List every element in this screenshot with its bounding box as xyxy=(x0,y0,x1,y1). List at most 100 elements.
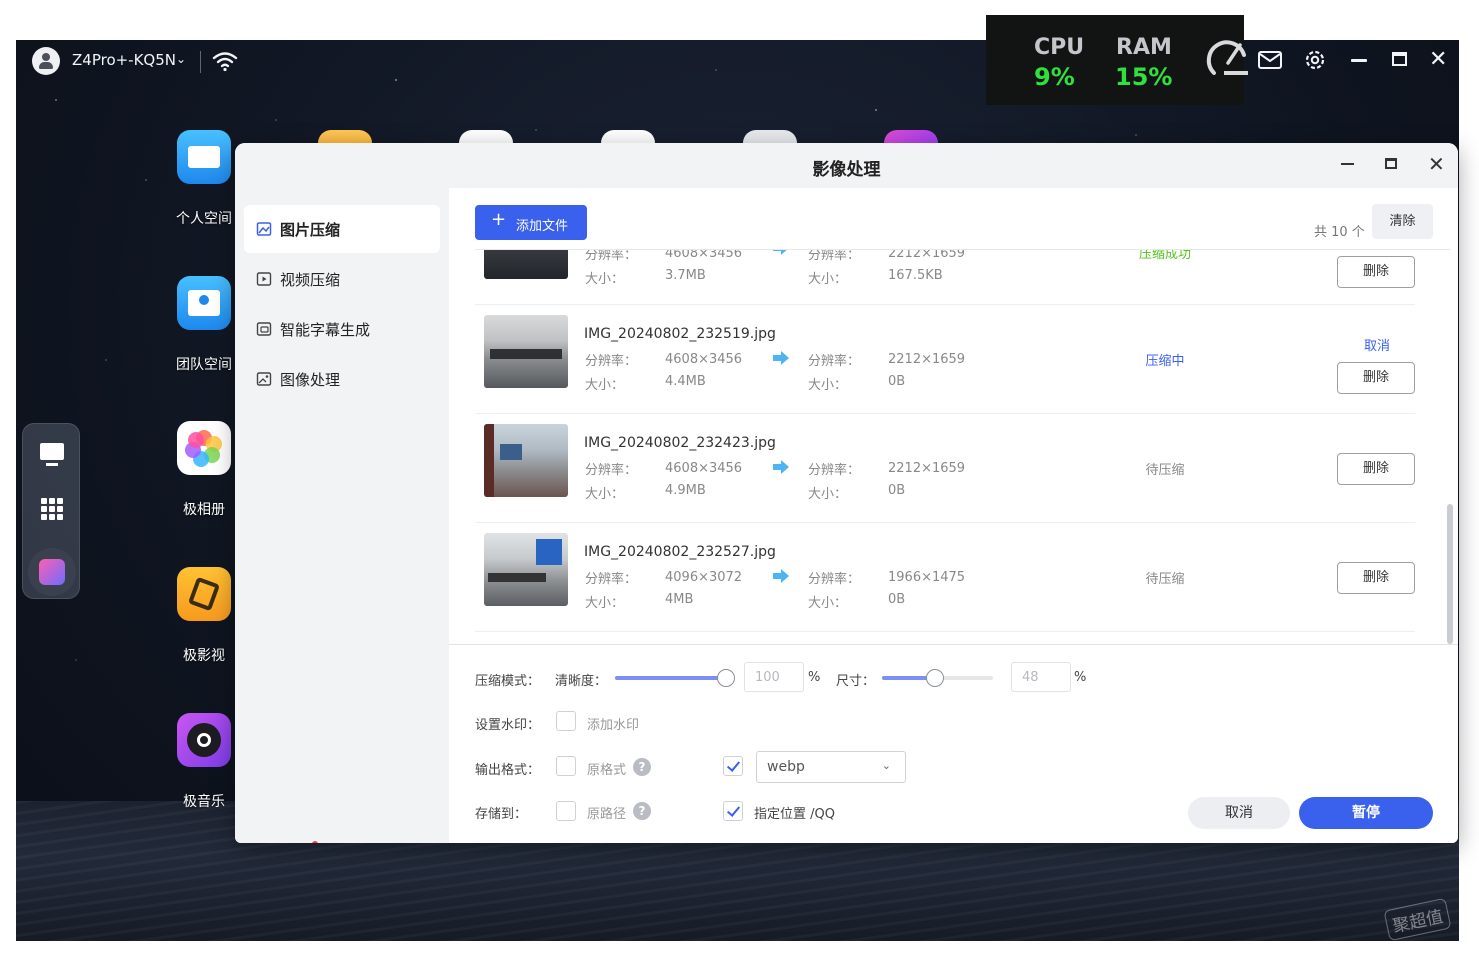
size-input[interactable]: 48 xyxy=(1011,662,1071,692)
ram-label: RAM xyxy=(1116,35,1172,60)
clear-button[interactable]: 清除 xyxy=(1372,204,1433,239)
format-select-value: webp xyxy=(767,759,805,775)
speed-gauge-icon[interactable] xyxy=(1204,33,1252,81)
output-format-label: 输出格式： xyxy=(475,763,541,778)
window-minimize-icon[interactable] xyxy=(1341,163,1354,165)
close-icon[interactable]: ✕ xyxy=(1429,49,1447,71)
dst-resolution: 2212×1659 xyxy=(888,249,966,261)
file-thumbnail xyxy=(484,533,568,606)
folder-icon xyxy=(177,130,231,184)
src-resolution: 4608×3456 xyxy=(665,461,743,476)
help-icon[interactable]: ? xyxy=(633,758,651,776)
original-format-checkbox[interactable] xyxy=(556,756,576,776)
src-size-label: 大小： xyxy=(585,487,625,502)
desktop-app-video[interactable]: 极影视 xyxy=(164,567,244,665)
arrow-right-icon xyxy=(773,250,787,255)
image-processing-window: 影像处理 ✕ 图片压缩 视频压缩 智能字幕生成 图像处理 + 添加文件 共 10… xyxy=(235,143,1458,843)
src-resolution-label: 分辨率： xyxy=(585,463,638,478)
dst-size-label: 大小： xyxy=(808,596,848,611)
dst-resolution: 1966×1475 xyxy=(888,570,966,585)
clarity-slider-handle[interactable] xyxy=(717,669,735,687)
file-row: IMG_20240802_232519.jpg 分辨率： 4608×3456 大… xyxy=(475,305,1415,414)
sidebar-item-label: 视频压缩 xyxy=(280,271,341,289)
delete-button[interactable]: 删除 xyxy=(1337,562,1415,594)
dst-size: 0B xyxy=(888,592,906,607)
clarity-slider-fill xyxy=(615,676,726,680)
desktop-app-photos[interactable]: 极相册 xyxy=(164,421,244,519)
app-grid-icon[interactable] xyxy=(33,490,71,528)
notification-dot xyxy=(312,841,318,843)
file-thumbnail xyxy=(484,315,568,388)
src-size: 4.9MB xyxy=(665,483,706,498)
sidebar-item-image-edit[interactable]: 图像处理 xyxy=(244,355,440,403)
percent-sign: % xyxy=(1074,670,1087,685)
app-label: 个人空间 xyxy=(176,211,232,227)
clarity-slider[interactable] xyxy=(615,676,726,680)
sidebar-item-subtitle[interactable]: 智能字幕生成 xyxy=(244,305,440,353)
desktop-monitor-icon[interactable] xyxy=(33,436,71,474)
percent-sign: % xyxy=(808,670,821,685)
delete-button[interactable]: 删除 xyxy=(1337,256,1415,288)
minimize-icon[interactable] xyxy=(1351,59,1367,62)
dst-size: 0B xyxy=(888,483,906,498)
src-resolution: 4608×3456 xyxy=(665,249,743,261)
subtitle-icon xyxy=(256,322,272,336)
add-watermark-checkbox[interactable] xyxy=(556,711,576,731)
sidebar-item-image-compress[interactable]: 图片压缩 xyxy=(244,205,440,253)
original-path-checkbox[interactable] xyxy=(556,801,576,821)
custom-format-checkbox[interactable] xyxy=(723,756,743,776)
dst-resolution-label: 分辨率： xyxy=(808,249,861,263)
sidebar-item-label: 智能字幕生成 xyxy=(280,321,371,339)
dst-resolution-label: 分辨率： xyxy=(808,463,861,478)
cancel-compress-link[interactable]: 取消 xyxy=(1337,335,1417,354)
desktop-app-music[interactable]: 极音乐 xyxy=(164,713,244,811)
delete-button[interactable]: 删除 xyxy=(1337,362,1415,394)
ram-value: 15% xyxy=(1115,63,1173,91)
src-size: 3.7MB xyxy=(665,268,706,283)
custom-path-label: 指定位置 /QQ xyxy=(754,807,835,822)
mail-icon[interactable] xyxy=(1257,49,1283,71)
file-thumbnail xyxy=(484,424,568,497)
delete-button[interactable]: 删除 xyxy=(1337,453,1415,485)
format-select[interactable]: webp ⌄ xyxy=(756,751,906,783)
src-size-label: 大小： xyxy=(585,378,625,393)
window-close-icon[interactable]: ✕ xyxy=(1428,152,1445,176)
dst-size-label: 大小： xyxy=(808,487,848,502)
window-maximize-icon[interactable] xyxy=(1385,158,1397,169)
sidebar-item-label: 图片压缩 xyxy=(280,221,341,239)
wifi-icon[interactable] xyxy=(212,50,238,72)
team-folder-icon xyxy=(177,276,231,330)
window-titlebar: 影像处理 ✕ xyxy=(235,143,1458,188)
file-row: 分辨率： 4608×3456 大小： 3.7MB 分辨率： 2212×1659 … xyxy=(475,249,1415,305)
user-avatar-icon[interactable] xyxy=(32,47,60,75)
sidebar-item-video-compress[interactable]: 视频压缩 xyxy=(244,255,440,303)
file-row: IMG_20240802_232527.jpg 分辨率： 4096×3072 大… xyxy=(475,523,1415,632)
topbar-divider xyxy=(200,51,201,73)
add-file-label: 添加文件 xyxy=(516,219,569,234)
app-label: 极音乐 xyxy=(183,794,225,810)
file-name: IMG_20240802_232519.jpg xyxy=(584,326,776,342)
image-processing-dock-icon[interactable] xyxy=(28,548,76,596)
chevron-down-icon: ⌄ xyxy=(881,759,891,772)
compress-mode-label: 压缩模式： xyxy=(475,674,541,689)
custom-path-checkbox[interactable] xyxy=(723,801,743,821)
dst-resolution: 2212×1659 xyxy=(888,461,966,476)
gear-icon[interactable] xyxy=(1303,48,1327,72)
cancel-button[interactable]: 取消 xyxy=(1188,797,1290,829)
add-file-button[interactable]: + 添加文件 xyxy=(475,205,587,240)
pause-button[interactable]: 暂停 xyxy=(1299,797,1433,829)
device-name[interactable]: Z4Pro+-KQ5N xyxy=(72,51,176,69)
size-slider-handle[interactable] xyxy=(926,669,945,687)
clarity-input[interactable]: 100 xyxy=(744,662,804,692)
desktop-app-personal-space[interactable]: 个人空间 xyxy=(164,130,244,228)
desktop-app-team-space[interactable]: 团队空间 xyxy=(164,276,244,374)
list-scrollbar[interactable] xyxy=(1447,504,1453,644)
side-dock xyxy=(22,423,80,599)
video-icon xyxy=(177,567,231,621)
chevron-down-icon[interactable]: ⌄ xyxy=(176,52,186,66)
maximize-icon[interactable] xyxy=(1392,52,1407,66)
plus-icon: + xyxy=(491,209,507,230)
app-label: 极相册 xyxy=(183,502,225,518)
src-resolution: 4608×3456 xyxy=(665,352,743,367)
help-icon[interactable]: ? xyxy=(633,802,651,820)
